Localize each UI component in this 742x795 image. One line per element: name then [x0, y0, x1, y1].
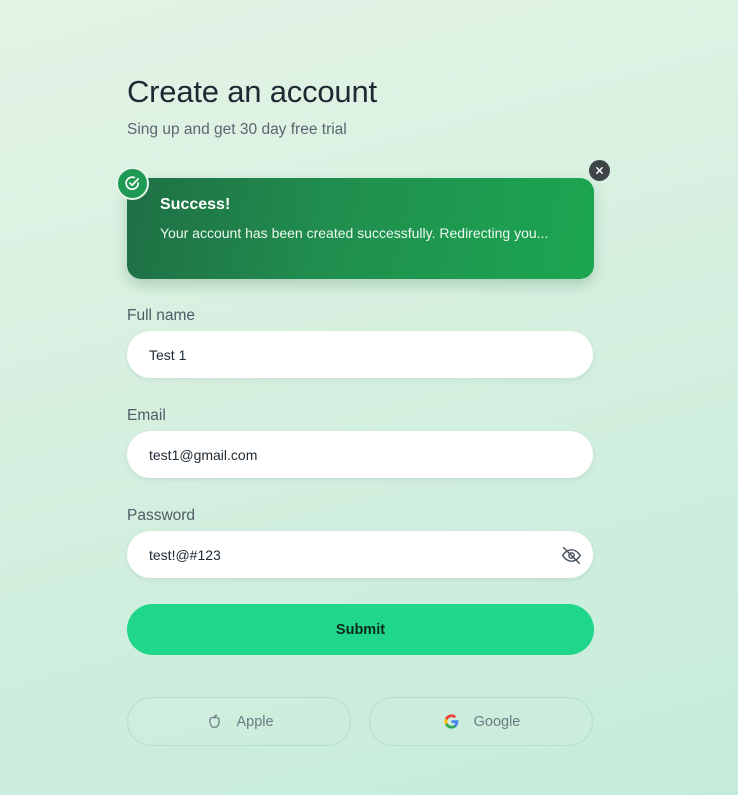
- apple-label: Apple: [236, 713, 274, 730]
- frame-edge: [738, 0, 742, 795]
- password-field-wrapper: [127, 531, 593, 578]
- email-input[interactable]: [149, 431, 549, 478]
- fullname-field-wrapper: [127, 331, 593, 378]
- toast-close-button[interactable]: [589, 160, 610, 181]
- check-circle-icon: [116, 167, 149, 200]
- password-label: Password: [127, 507, 196, 524]
- google-signin-button[interactable]: Google: [369, 697, 593, 746]
- apple-signin-button[interactable]: Apple: [127, 697, 351, 746]
- submit-button[interactable]: Submit: [127, 604, 594, 655]
- fullname-label: Full name: [127, 307, 196, 324]
- password-visibility-toggle[interactable]: [559, 543, 583, 567]
- eye-off-icon: [561, 546, 581, 564]
- email-field-wrapper: [127, 431, 593, 478]
- fullname-input[interactable]: [149, 331, 549, 378]
- apple-icon: [204, 712, 224, 732]
- page-title: Create an account: [127, 74, 377, 109]
- toast-message: Your account has been created successful…: [160, 225, 549, 241]
- success-toast: Success! Your account has been created s…: [116, 160, 610, 279]
- google-icon: [442, 712, 462, 732]
- email-label: Email: [127, 407, 166, 424]
- toast-title: Success!: [160, 196, 231, 213]
- close-icon: [596, 167, 603, 174]
- google-label: Google: [473, 713, 521, 730]
- password-input[interactable]: [149, 531, 549, 578]
- page-subtitle: Sing up and get 30 day free trial: [127, 121, 347, 138]
